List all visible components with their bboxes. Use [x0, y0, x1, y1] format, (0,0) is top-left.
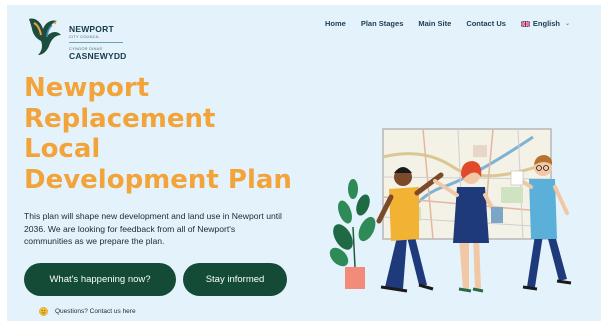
page-title: Newport Replacement Local Development Pl… — [24, 73, 324, 195]
uk-flag-icon — [520, 20, 530, 27]
title-line-4: Development Plan — [24, 164, 292, 195]
title-line-3: Local — [24, 134, 101, 164]
title-line-2: Replacement — [24, 103, 216, 134]
people-with-map-illustration — [329, 128, 572, 293]
nav-contact-us[interactable]: Contact Us — [466, 19, 506, 28]
plant — [329, 179, 376, 289]
newport-logo[interactable]: NEWPORT CITY COUNCIL CYNGOR DINAS CASNEW… — [25, 13, 175, 61]
chevron-down-icon: ⌄ — [565, 21, 571, 27]
logo-divider — [69, 42, 123, 43]
logo-text-casnewydd: CASNEWYDD — [69, 51, 127, 61]
nav-home[interactable]: Home — [325, 19, 346, 28]
logo-subtext-english: CITY COUNCIL — [69, 34, 100, 39]
stay-informed-button[interactable]: Stay informed — [183, 263, 287, 296]
hero-description: This plan will shape new development and… — [24, 211, 282, 246]
title-line-1: Newport — [24, 73, 150, 103]
language-selector[interactable]: English ⌄ — [520, 19, 571, 28]
nav-main-site[interactable]: Main Site — [418, 19, 451, 28]
contact-label: Questions? Contact us here — [55, 308, 136, 315]
nav-plan-stages[interactable]: Plan Stages — [361, 19, 404, 28]
contact-link[interactable]: Questions? Contact us here — [39, 307, 136, 316]
logo-text-newport: NEWPORT — [69, 24, 114, 34]
whats-happening-button[interactable]: What's happening now? — [24, 263, 176, 296]
page: NEWPORT CITY COUNCIL CYNGOR DINAS CASNEW… — [7, 5, 601, 321]
dragon-logo-icon — [29, 18, 61, 55]
smiley-icon — [39, 307, 48, 316]
main-nav: Home Plan Stages Main Site Contact Us En… — [325, 19, 570, 28]
language-label: English — [532, 19, 560, 28]
